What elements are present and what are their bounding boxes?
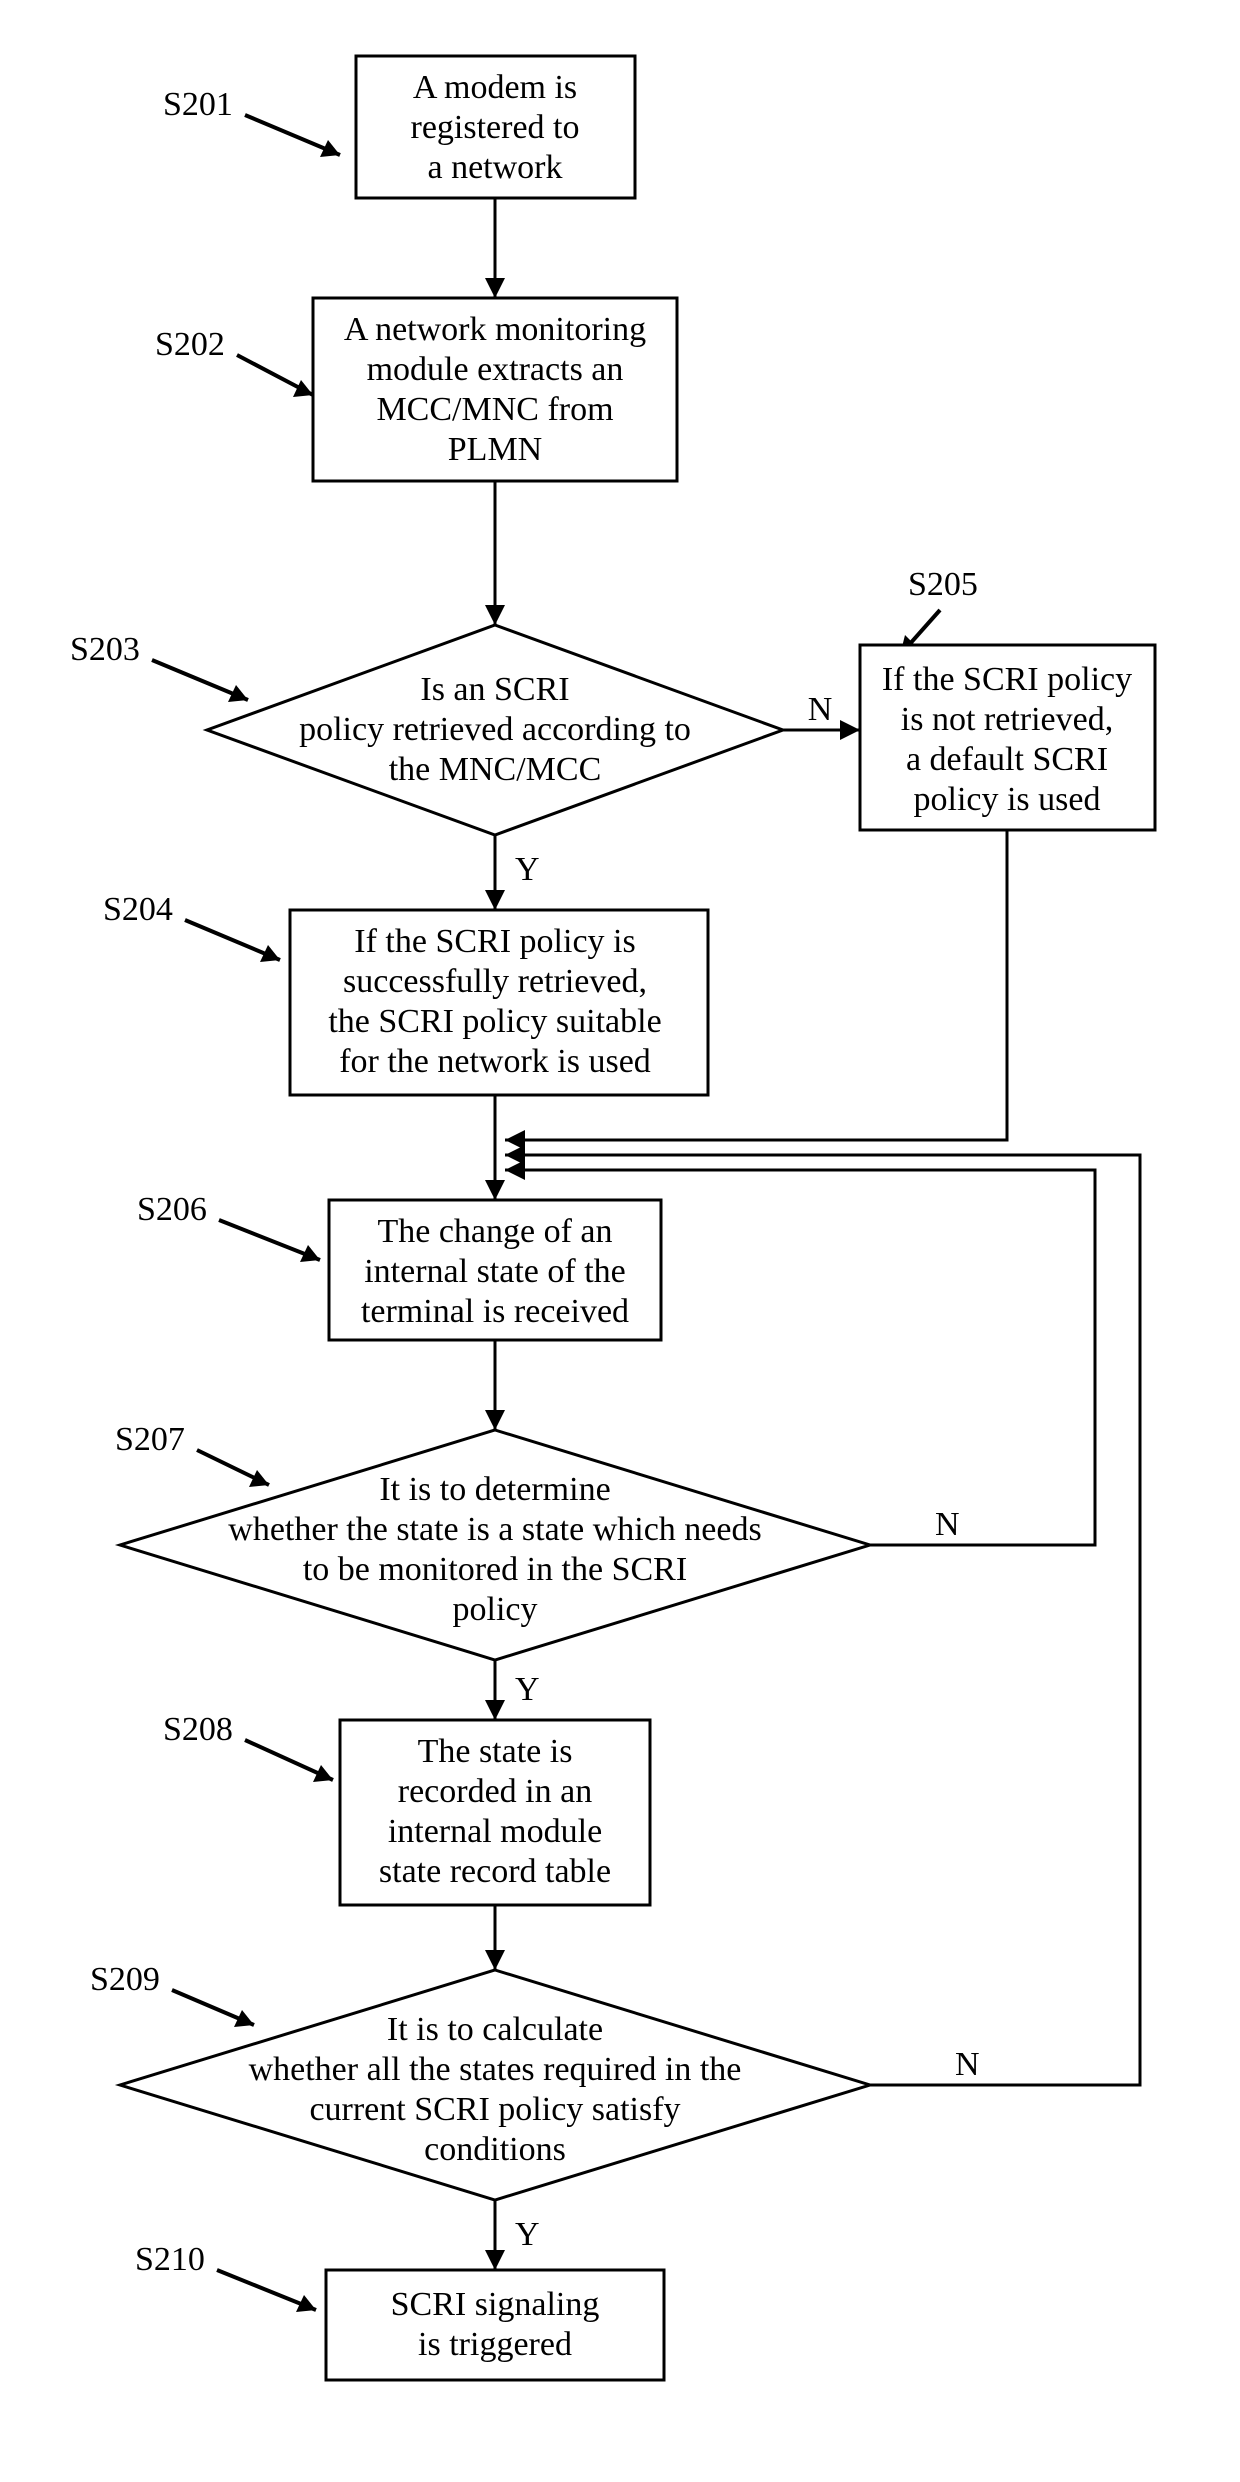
- n204-line1: If the SCRI policy is: [354, 923, 635, 960]
- n209-line4: conditions: [424, 2131, 566, 2168]
- n209-line1: It is to calculate: [387, 2011, 603, 2048]
- n210-line2: is triggered: [418, 2326, 572, 2363]
- branch-s207-yes: Y: [515, 1671, 540, 1708]
- arrow-s202-s203: [485, 605, 505, 625]
- n204-line2: successfully retrieved,: [343, 963, 647, 1000]
- n206-line2: internal state of the: [364, 1253, 626, 1290]
- step-label-s201: S201: [163, 86, 233, 123]
- step-label-s210: S210: [135, 2241, 205, 2278]
- arrow-s207-s208: [485, 1700, 505, 1720]
- n201-line3: a network: [427, 149, 562, 186]
- n202-line4: PLMN: [448, 431, 542, 468]
- step-label-s204: S204: [103, 891, 173, 928]
- step-label-s205: S205: [908, 566, 978, 603]
- step-label-s206: S206: [137, 1191, 207, 1228]
- n202-line3: MCC/MNC from: [376, 391, 613, 428]
- n205-line2: is not retrieved,: [901, 701, 1113, 738]
- leader-arrow-s202: [293, 380, 313, 397]
- n207-line1: It is to determine: [379, 1471, 610, 1508]
- branch-s209-yes: Y: [515, 2216, 540, 2253]
- n203-line3: the MNC/MCC: [389, 751, 602, 788]
- arrow-s203-s205: [840, 720, 860, 740]
- n205-line3: a default SCRI: [906, 741, 1108, 778]
- n202-line1: A network monitoring: [344, 311, 646, 348]
- n204-line3: the SCRI policy suitable: [328, 1003, 661, 1040]
- n204-line4: for the network is used: [339, 1043, 651, 1080]
- n208-line1: The state is: [418, 1733, 573, 1770]
- step-label-s202: S202: [155, 326, 225, 363]
- n201-line1: A modem is: [413, 69, 577, 106]
- step-label-s203: S203: [70, 631, 140, 668]
- arrow-s209-no-loop: [505, 1145, 525, 1165]
- n208-line4: state record table: [379, 1853, 611, 1890]
- branch-s203-no: N: [808, 691, 833, 728]
- arrow-s208-s209: [485, 1950, 505, 1970]
- n203-line1: Is an SCRI: [420, 671, 569, 708]
- n206-line1: The change of an: [377, 1213, 612, 1250]
- n205-line1: If the SCRI policy: [882, 661, 1132, 698]
- arrow-s209-s210: [485, 2250, 505, 2270]
- n209-line2: whether all the states required in the: [249, 2051, 742, 2088]
- n209-line3: current SCRI policy satisfy: [309, 2091, 680, 2128]
- arrow-s206-s207: [485, 1410, 505, 1430]
- n203-line2: policy retrieved according to: [299, 711, 691, 748]
- step-label-s207: S207: [115, 1421, 185, 1458]
- arrow-merge-s206: [485, 1180, 505, 1200]
- step-label-s209: S209: [90, 1961, 160, 1998]
- flowchart-svg: S201 S202 S203 S205 S204 S206 S207 S208 …: [0, 0, 1240, 2482]
- n207-line2: whether the state is a state which needs: [228, 1511, 761, 1548]
- n208-line2: recorded in an: [398, 1773, 592, 1810]
- branch-s203-yes: Y: [515, 851, 540, 888]
- n208-line3: internal module: [388, 1813, 602, 1850]
- n201-line2: registered to: [411, 109, 580, 146]
- arrow-s203-s204: [485, 890, 505, 910]
- n202-line2: module extracts an: [367, 351, 624, 388]
- n206-line3: terminal is received: [361, 1293, 629, 1330]
- n210-line1: SCRI signaling: [391, 2286, 600, 2323]
- arrow-s201-s202: [485, 278, 505, 298]
- step-label-s208: S208: [163, 1711, 233, 1748]
- n207-line3: to be monitored in the SCRI: [303, 1551, 687, 1588]
- n205-line4: policy is used: [914, 781, 1101, 818]
- branch-s209-no: N: [955, 2046, 980, 2083]
- n207-line4: policy: [453, 1591, 538, 1628]
- branch-s207-no: N: [935, 1506, 960, 1543]
